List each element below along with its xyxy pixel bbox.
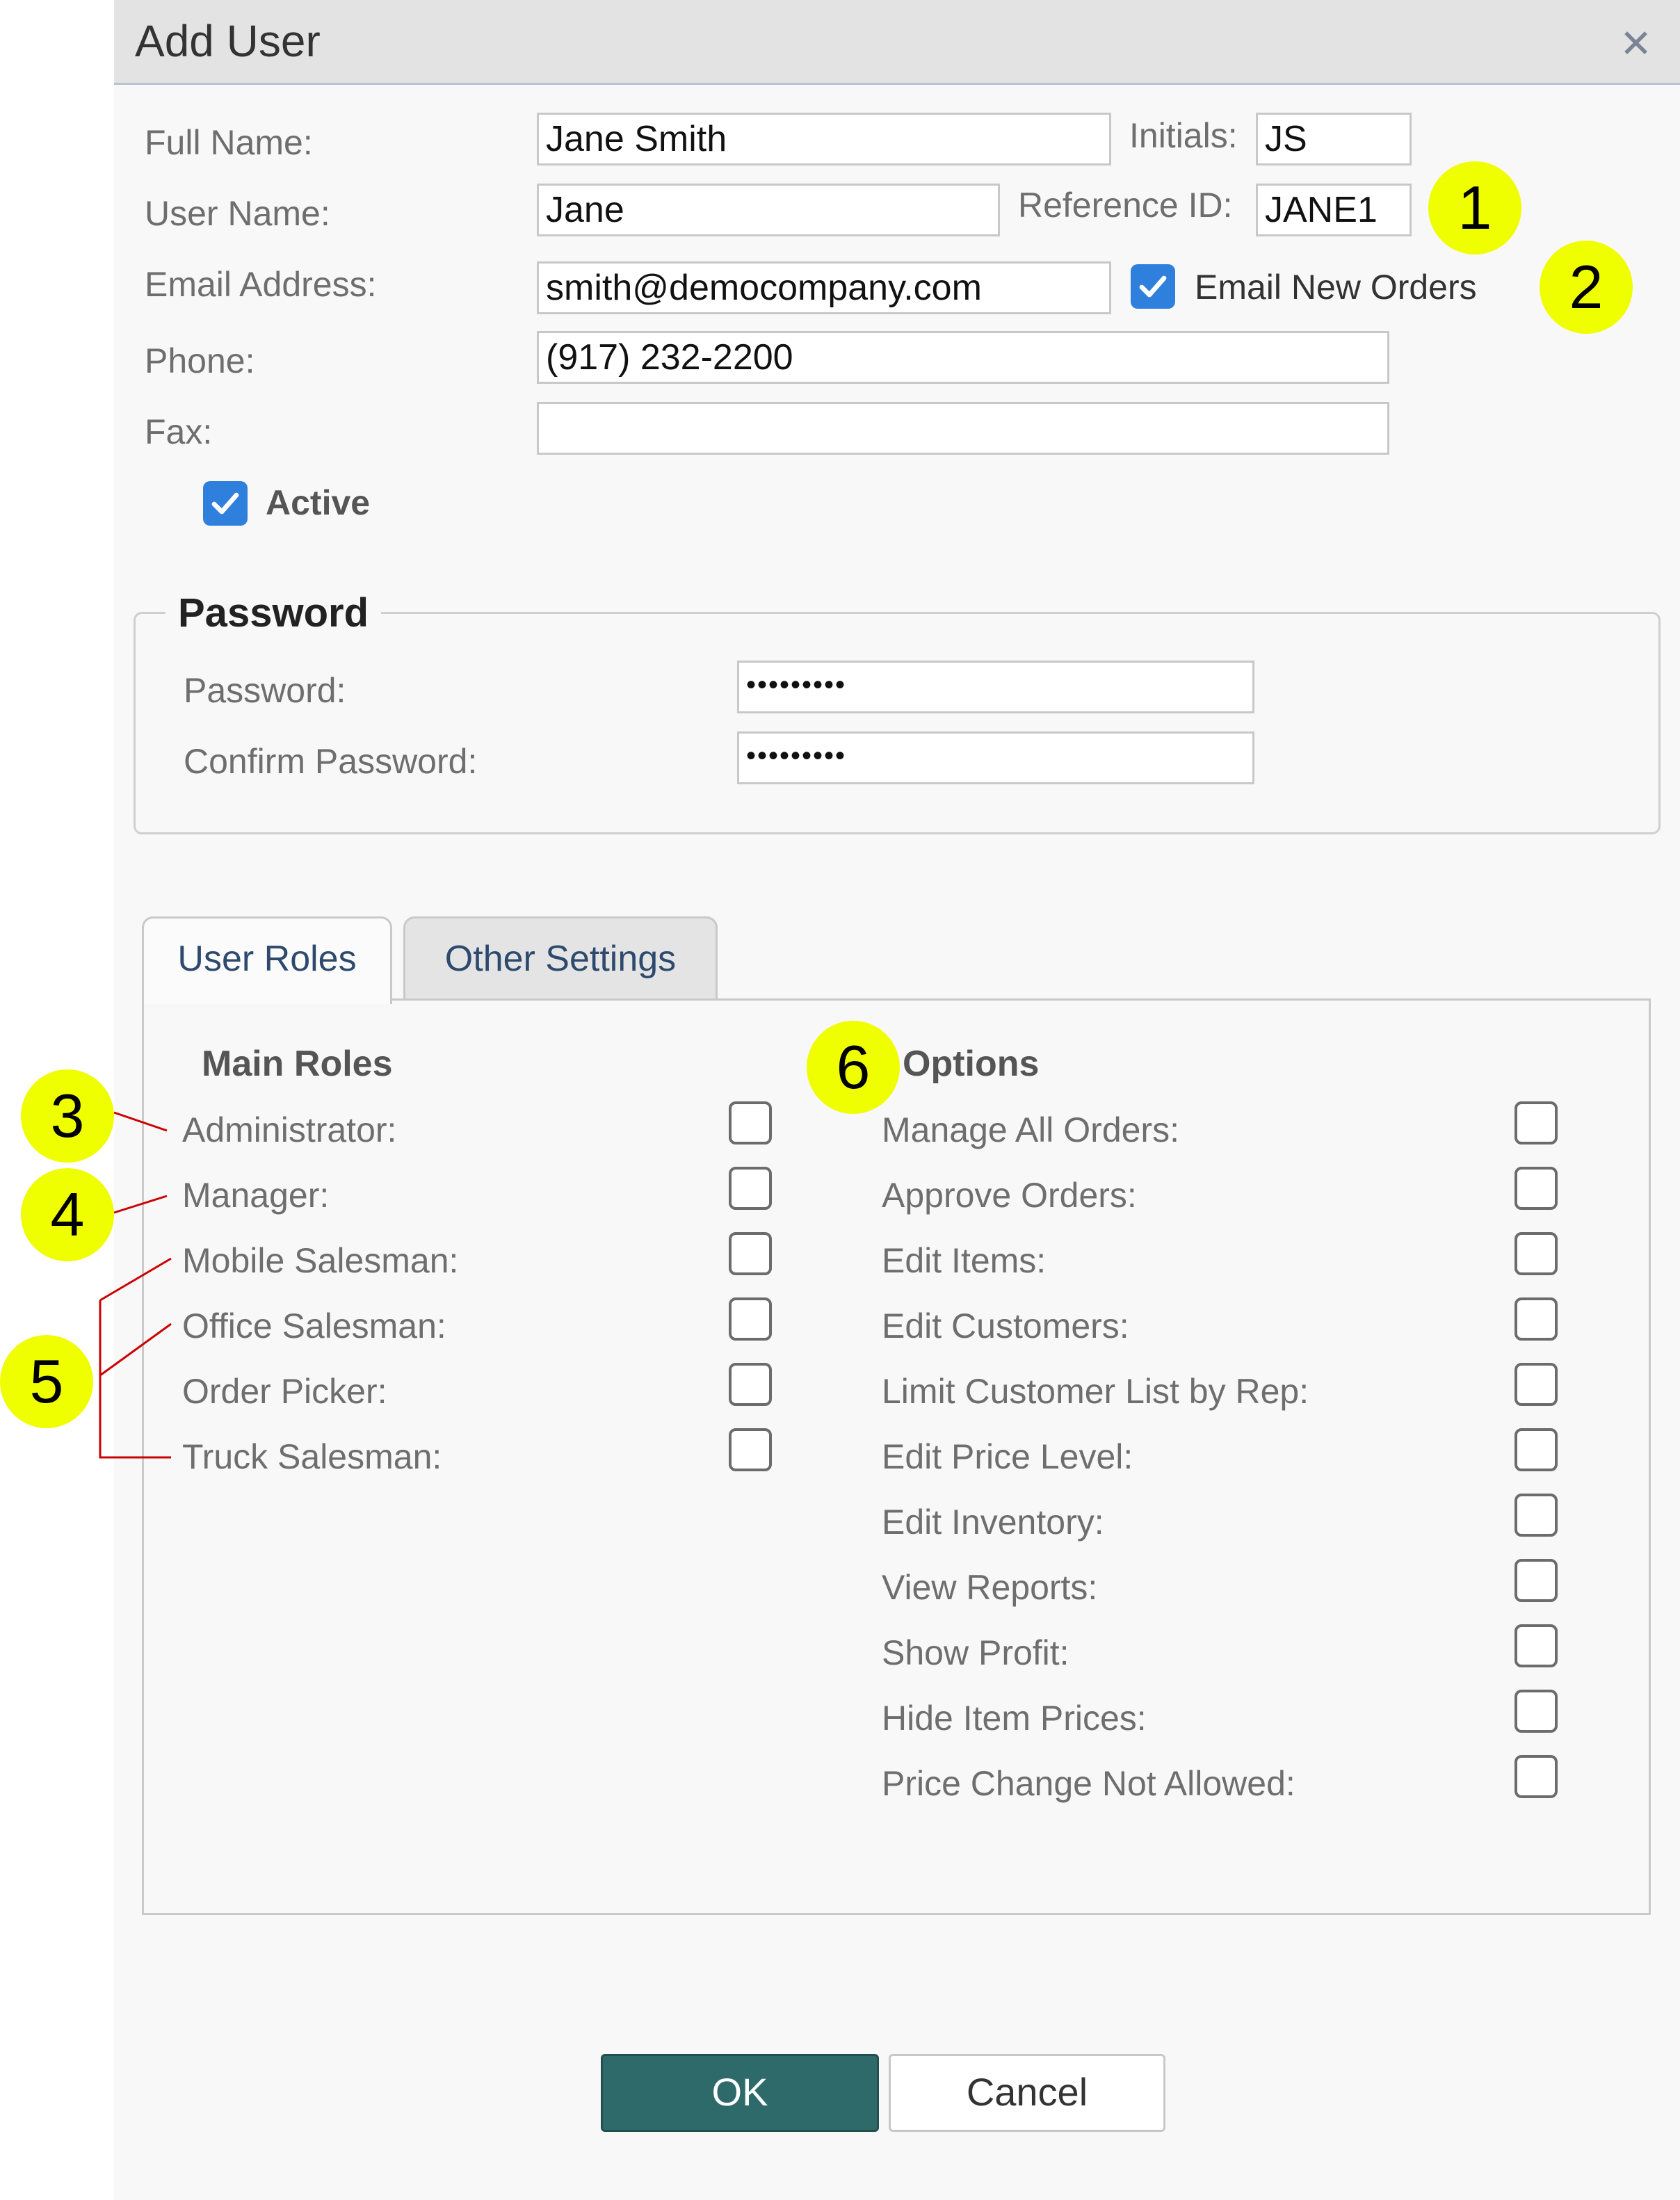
callout-badge-1: 1 xyxy=(1428,161,1521,254)
callout-line-5 xyxy=(99,1300,171,1459)
callout-badge-6: 6 xyxy=(807,1021,900,1114)
callout-badge-4: 4 xyxy=(21,1168,114,1261)
callout-line-5a xyxy=(99,1257,172,1302)
callout-line-4 xyxy=(113,1195,168,1214)
callout-badge-5: 5 xyxy=(0,1335,93,1428)
callout-badge-3: 3 xyxy=(21,1069,114,1163)
callout-line-3 xyxy=(113,1111,168,1132)
callout-line-5b xyxy=(99,1323,172,1377)
callout-badge-2: 2 xyxy=(1540,241,1633,334)
